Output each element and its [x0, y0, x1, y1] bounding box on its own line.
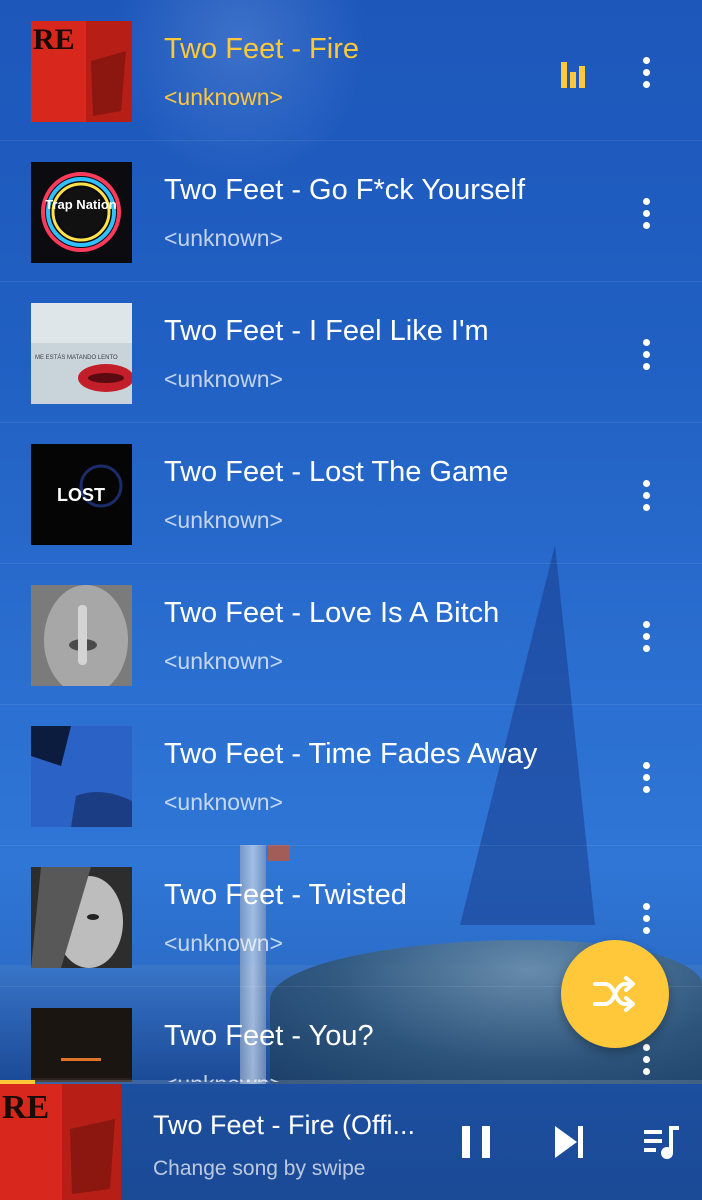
more-options-icon[interactable] — [630, 191, 664, 235]
song-title: Two Feet - Twisted — [164, 879, 407, 911]
song-artist: <unknown> — [164, 648, 283, 674]
song-artist: <unknown> — [164, 84, 283, 110]
song-title: Two Feet - Love Is A Bitch — [164, 597, 500, 629]
song-row-fire[interactable]: RE Two Feet - Fire <unknown> — [0, 0, 702, 141]
shuffle-icon — [593, 976, 635, 1012]
song-title: Two Feet - Go F*ck Yourself — [164, 174, 526, 206]
song-title: Two Feet - I Feel Like I'm — [164, 315, 489, 347]
album-cover: Trap Nation — [31, 162, 132, 263]
album-cover — [31, 1008, 132, 1082]
song-title: Two Feet - You? — [164, 1020, 374, 1052]
song-list[interactable]: RE Two Feet - Fire <unknown> Trap Nation… — [0, 0, 702, 1082]
queue-music-icon — [644, 1126, 679, 1159]
song-artist: <unknown> — [164, 789, 283, 815]
album-cover: LOST — [31, 444, 132, 545]
now-playing-bar[interactable]: RE Two Feet - Fire (Offi... Change song … — [0, 1084, 702, 1200]
now-playing-cover: RE — [0, 1084, 121, 1200]
song-title: Two Feet - Lost The Game — [164, 456, 509, 488]
cover-lips-text: ME ESTÁS MATANDO LENTO — [35, 354, 118, 361]
more-options-icon[interactable] — [630, 473, 664, 517]
song-artist: <unknown> — [164, 930, 283, 956]
more-options-icon[interactable] — [630, 896, 664, 940]
pause-button[interactable] — [456, 1122, 496, 1162]
more-options-icon[interactable] — [630, 755, 664, 799]
now-playing-subtitle: Change song by swipe — [153, 1157, 366, 1180]
song-artist: <unknown> — [164, 225, 283, 251]
player-cover-text: RE — [2, 1089, 49, 1126]
cover-trap-text: Trap Nation — [45, 197, 117, 212]
skip-next-button[interactable] — [549, 1122, 589, 1162]
skip-next-icon — [555, 1126, 583, 1158]
song-title: Two Feet - Fire — [164, 33, 359, 65]
more-options-icon[interactable] — [630, 614, 664, 658]
song-artist: <unknown> — [164, 366, 283, 392]
album-cover — [31, 867, 132, 968]
song-artist: <unknown> — [164, 507, 283, 533]
song-row-time-fades-away[interactable]: Two Feet - Time Fades Away <unknown> — [0, 705, 702, 846]
song-row-love-is-a-bitch[interactable]: Two Feet - Love Is A Bitch <unknown> — [0, 564, 702, 705]
now-playing-equalizer-icon — [561, 62, 585, 88]
pause-icon — [462, 1126, 490, 1158]
cover-lost-text: LOST — [57, 485, 105, 505]
song-row-go-fck-yourself[interactable]: Trap Nation Two Feet - Go F*ck Yourself … — [0, 141, 702, 282]
more-options-icon[interactable] — [630, 50, 664, 94]
shuffle-button[interactable] — [561, 940, 669, 1048]
now-playing-title: Two Feet - Fire (Offi... — [153, 1110, 416, 1140]
song-title: Two Feet - Time Fades Away — [164, 738, 538, 770]
album-cover: ME ESTÁS MATANDO LENTO — [31, 303, 132, 404]
album-cover — [31, 726, 132, 827]
album-cover: RE — [31, 21, 132, 122]
cover-fire-text: RE — [33, 23, 75, 56]
album-cover — [31, 585, 132, 686]
song-row-lost-the-game[interactable]: LOST Two Feet - Lost The Game <unknown> — [0, 423, 702, 564]
more-options-icon[interactable] — [630, 332, 664, 376]
queue-button[interactable] — [642, 1122, 682, 1162]
song-row-i-feel-like-im[interactable]: ME ESTÁS MATANDO LENTO Two Feet - I Feel… — [0, 282, 702, 423]
